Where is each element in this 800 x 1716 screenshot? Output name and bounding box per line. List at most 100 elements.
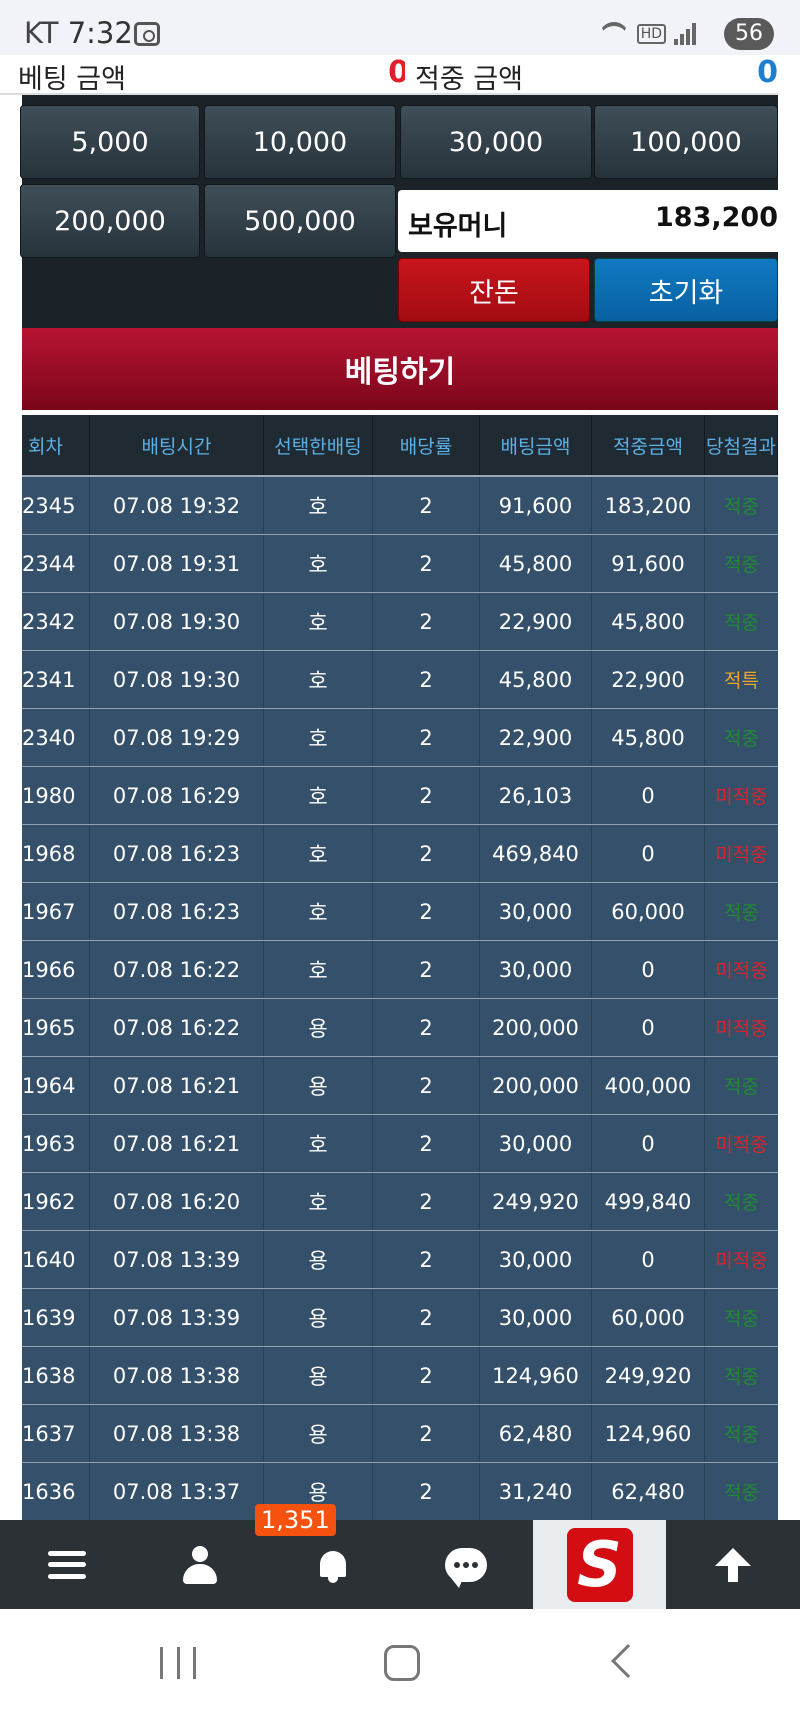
home-icon[interactable] (384, 1645, 420, 1681)
cell-odds: 2 (373, 651, 480, 708)
chip-500000-button[interactable]: 500,000 (204, 184, 396, 258)
bet-history-table: 회차 배팅시간 선택한배팅 배당률 배팅금액 적중금액 당첨결과 2345 07.… (22, 415, 778, 1520)
cell-time: 07.08 16:20 (90, 1173, 264, 1230)
table-row: 1980 07.08 16:29 호 2 26,103 0 미적중 (22, 767, 778, 825)
cell-pick: 용 (264, 1347, 373, 1404)
cell-round: 2344 (22, 535, 90, 592)
recent-apps-icon[interactable] (160, 1647, 196, 1679)
cell-pick: 호 (264, 535, 373, 592)
cell-odds: 2 (373, 1057, 480, 1114)
bottom-nav: 1,351 S (0, 1504, 800, 1609)
cell-pick: 호 (264, 767, 373, 824)
cell-bet-amount: 469,840 (480, 825, 592, 882)
cell-round: 1962 (22, 1173, 90, 1230)
clock: 7:32 (67, 16, 133, 50)
cell-bet-amount: 22,900 (480, 709, 592, 766)
cell-odds: 2 (373, 1463, 480, 1520)
notification-badge: 1,351 (255, 1504, 336, 1536)
table-row: 1637 07.08 13:38 용 2 62,480 124,960 적중 (22, 1405, 778, 1463)
cell-time: 07.08 16:23 (90, 825, 264, 882)
logo-s-icon: S (566, 1527, 633, 1602)
user-icon (182, 1545, 217, 1584)
cell-result: 적중 (724, 1366, 759, 1388)
cell-bet-amount: 22,900 (480, 593, 592, 650)
cell-bet-amount: 200,000 (480, 1057, 592, 1114)
chip-5000-button[interactable]: 5,000 (20, 105, 200, 179)
cell-round: 1637 (22, 1405, 90, 1462)
chip-30000-button[interactable]: 30,000 (400, 105, 592, 179)
cell-win-amount: 0 (592, 1115, 705, 1172)
status-carrier-time: KT 7:32 (24, 16, 133, 50)
system-nav-bar (0, 1609, 800, 1716)
signal-icon (674, 23, 696, 45)
cell-round: 1967 (22, 883, 90, 940)
cell-bet-amount: 249,920 (480, 1173, 592, 1230)
cell-bet-amount: 45,800 (480, 651, 592, 708)
cell-pick: 용 (264, 1405, 373, 1462)
cell-result: 미적중 (715, 1250, 768, 1272)
cell-win-amount: 0 (592, 1231, 705, 1288)
nav-user-button[interactable] (133, 1520, 266, 1609)
cell-round: 2340 (22, 709, 90, 766)
chat-icon (444, 1547, 487, 1588)
cell-odds: 2 (373, 1289, 480, 1346)
table-row: 1640 07.08 13:39 용 2 30,000 0 미적중 (22, 1231, 778, 1289)
cell-time: 07.08 16:23 (90, 883, 264, 940)
back-icon[interactable] (611, 1644, 645, 1678)
cell-result: 적중 (724, 1308, 759, 1330)
cell-win-amount: 124,960 (592, 1405, 705, 1462)
nav-menu-button[interactable] (0, 1520, 133, 1609)
screenshot-icon (134, 22, 160, 46)
cell-bet-amount: 31,240 (480, 1463, 592, 1520)
cell-win-amount: 183,200 (592, 477, 705, 534)
amount-row: 베팅 금액 0 적중 금액 0 (0, 55, 778, 95)
change-button[interactable]: 잔돈 (398, 258, 590, 322)
cell-pick: 호 (264, 883, 373, 940)
nav-chat-button[interactable] (399, 1520, 532, 1609)
bet-amount-box: 베팅 금액 0 (0, 55, 415, 95)
bet-amount-label: 베팅 금액 (18, 64, 126, 95)
chip-10000-button[interactable]: 10,000 (204, 105, 396, 179)
cell-pick: 용 (264, 999, 373, 1056)
cell-pick: 호 (264, 1173, 373, 1230)
cell-result: 적중 (724, 1076, 759, 1098)
cell-result: 미적중 (715, 1134, 768, 1156)
cell-bet-amount: 62,480 (480, 1405, 592, 1462)
table-row: 1966 07.08 16:22 호 2 30,000 0 미적중 (22, 941, 778, 999)
table-row: 1964 07.08 16:21 용 2 200,000 400,000 적중 (22, 1057, 778, 1115)
cell-odds: 2 (373, 1405, 480, 1462)
cell-win-amount: 0 (592, 767, 705, 824)
chip-200000-button[interactable]: 200,000 (20, 184, 200, 258)
cell-round: 1964 (22, 1057, 90, 1114)
cell-odds: 2 (373, 1115, 480, 1172)
cell-bet-amount: 30,000 (480, 883, 592, 940)
cell-result: 적중 (724, 1192, 759, 1214)
cell-time: 07.08 16:29 (90, 767, 264, 824)
cell-win-amount: 45,800 (592, 593, 705, 650)
cell-time: 07.08 13:39 (90, 1289, 264, 1346)
cell-win-amount: 45,800 (592, 709, 705, 766)
cell-odds: 2 (373, 535, 480, 592)
table-row: 1967 07.08 16:23 호 2 30,000 60,000 적중 (22, 883, 778, 941)
reset-button[interactable]: 초기화 (594, 258, 778, 322)
cell-pick: 호 (264, 651, 373, 708)
cell-win-amount: 400,000 (592, 1057, 705, 1114)
cell-round: 1639 (22, 1289, 90, 1346)
cell-bet-amount: 30,000 (480, 1289, 592, 1346)
cell-round: 1638 (22, 1347, 90, 1404)
cell-result: 미적중 (715, 844, 768, 866)
place-bet-button[interactable]: 베팅하기 (22, 328, 778, 410)
header-odds: 배당률 (373, 415, 480, 475)
hit-amount-label: 적중 금액 (415, 64, 523, 95)
cell-pick: 용 (264, 1057, 373, 1114)
nav-scroll-top-button[interactable] (666, 1520, 799, 1609)
cell-result: 적중 (724, 728, 759, 750)
cell-pick: 용 (264, 1231, 373, 1288)
cell-time: 07.08 13:38 (90, 1405, 264, 1462)
table-row: 2340 07.08 19:29 호 2 22,900 45,800 적중 (22, 709, 778, 767)
cell-win-amount: 0 (592, 999, 705, 1056)
cell-odds: 2 (373, 941, 480, 998)
nav-logo-button[interactable]: S (533, 1520, 666, 1609)
menu-icon (47, 1550, 86, 1579)
chip-100000-button[interactable]: 100,000 (594, 105, 778, 179)
